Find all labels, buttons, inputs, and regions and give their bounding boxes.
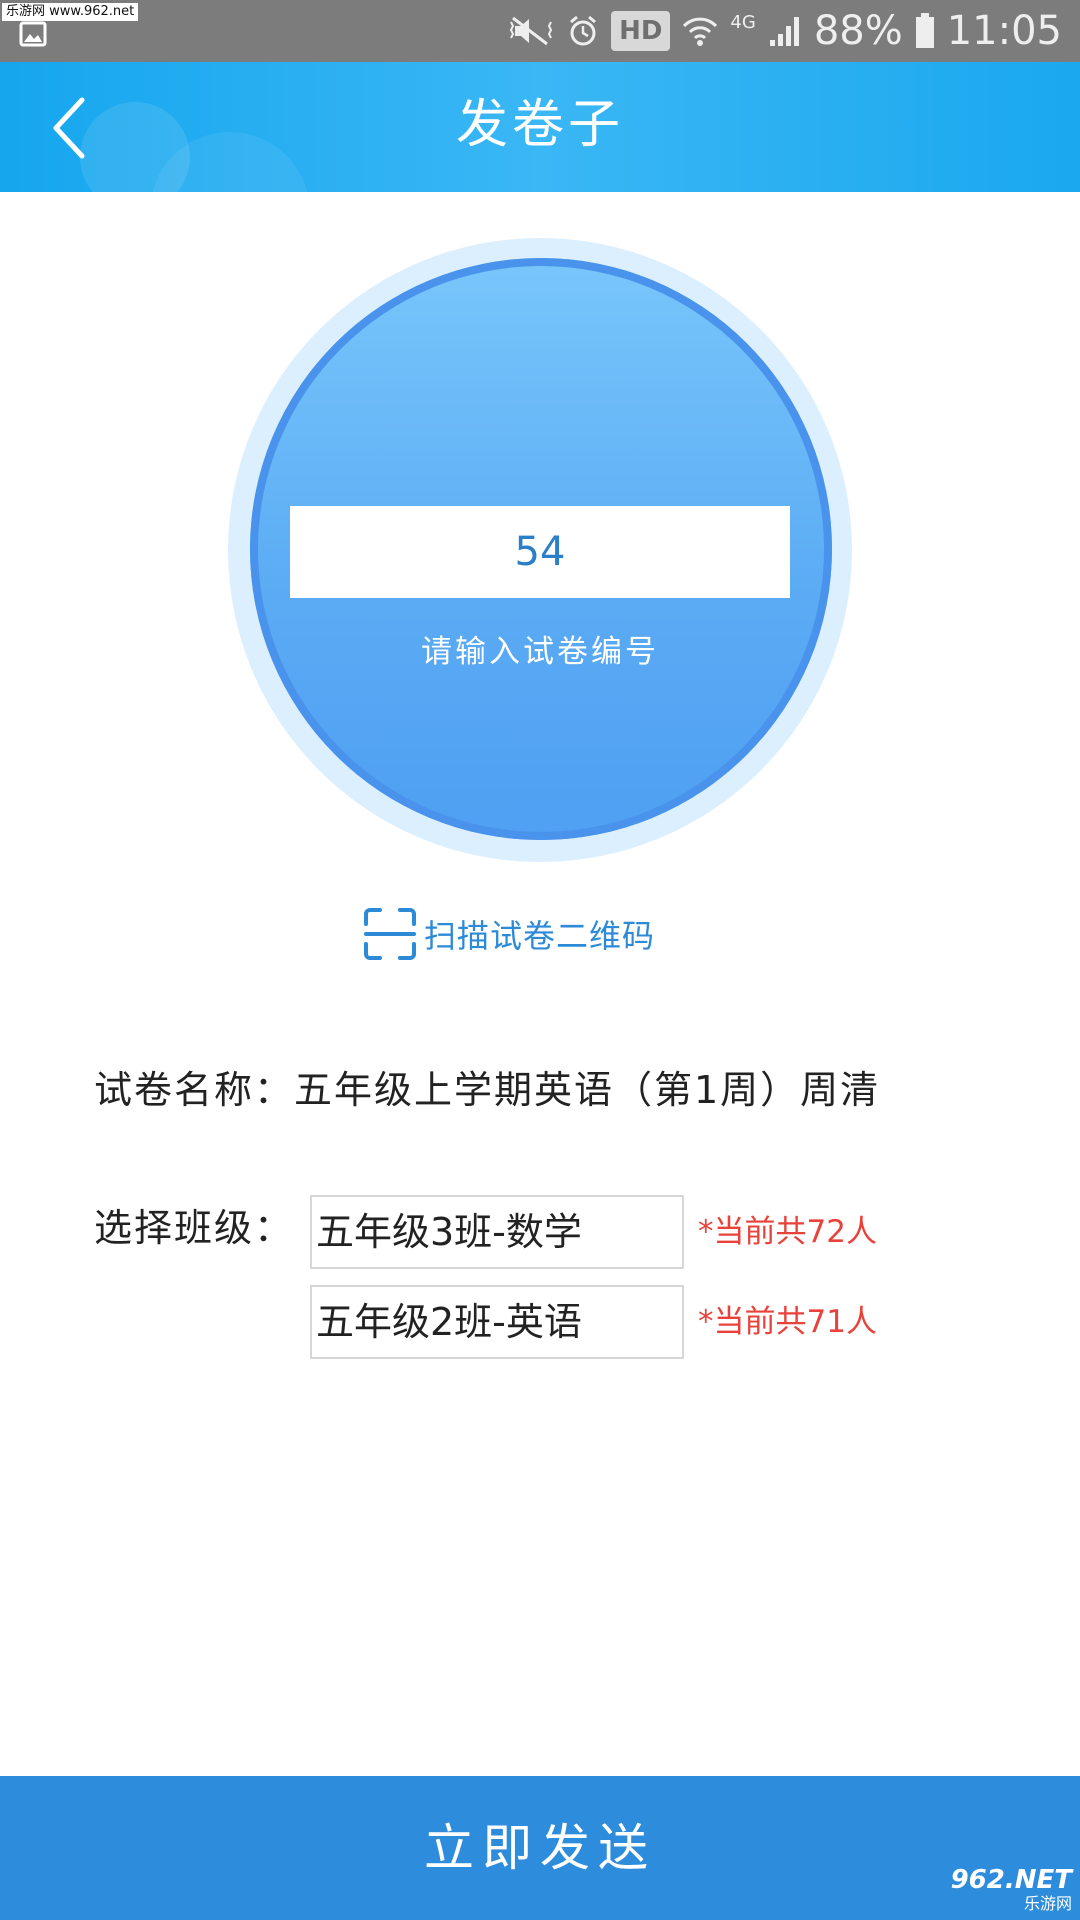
brand-logo-text: 962.NET (950, 1865, 1072, 1895)
send-now-button[interactable]: 立即发送 (0, 1776, 1080, 1920)
battery-icon (915, 13, 934, 48)
page-title: 发卷子 (455, 95, 624, 155)
class-option-box[interactable]: 五年级2班-英语 (310, 1285, 684, 1359)
watermark-text: 乐游网 www.962.net (2, 3, 139, 21)
paper-number-hint: 请输入试卷编号 (421, 634, 659, 670)
scan-qr-button[interactable]: 扫描试卷二维码 (362, 906, 655, 962)
clock: 11:05 (946, 8, 1062, 54)
class-option-box[interactable]: 五年级3班-数学 (310, 1195, 684, 1269)
signal-icon (769, 17, 799, 46)
paper-number-input[interactable] (290, 506, 790, 598)
back-arrow-icon[interactable] (40, 92, 110, 162)
gallery-icon (19, 21, 47, 47)
brand-watermark: 962.NET 乐游网 (932, 1865, 1072, 1916)
paper-name-text: 试卷名称：五年级上学期英语（第1周）周清 (94, 1068, 881, 1112)
scan-frame-icon (364, 908, 416, 960)
scan-qr-label: 扫描试卷二维码 (424, 917, 656, 955)
wifi-icon (683, 17, 718, 46)
alarm-icon (570, 15, 597, 46)
brand-sub-text: 乐游网 (1023, 1894, 1072, 1913)
network-type: 4G (730, 12, 756, 33)
hd-badge: HD (611, 11, 671, 51)
mute-vibrate-icon (509, 16, 553, 46)
app-header: 发卷子 (0, 62, 1080, 192)
class-student-count: *当前共71人 (698, 1304, 877, 1340)
class-select-label: 选择班级： (94, 1206, 295, 1250)
status-bar: 乐游网 www.962.net HD 4G 88% 11:05 (0, 0, 1080, 62)
class-student-count: *当前共72人 (698, 1214, 877, 1250)
battery-percent: 88% (813, 8, 903, 54)
status-icons: HD 4G 88% 11:05 (507, 8, 1062, 54)
